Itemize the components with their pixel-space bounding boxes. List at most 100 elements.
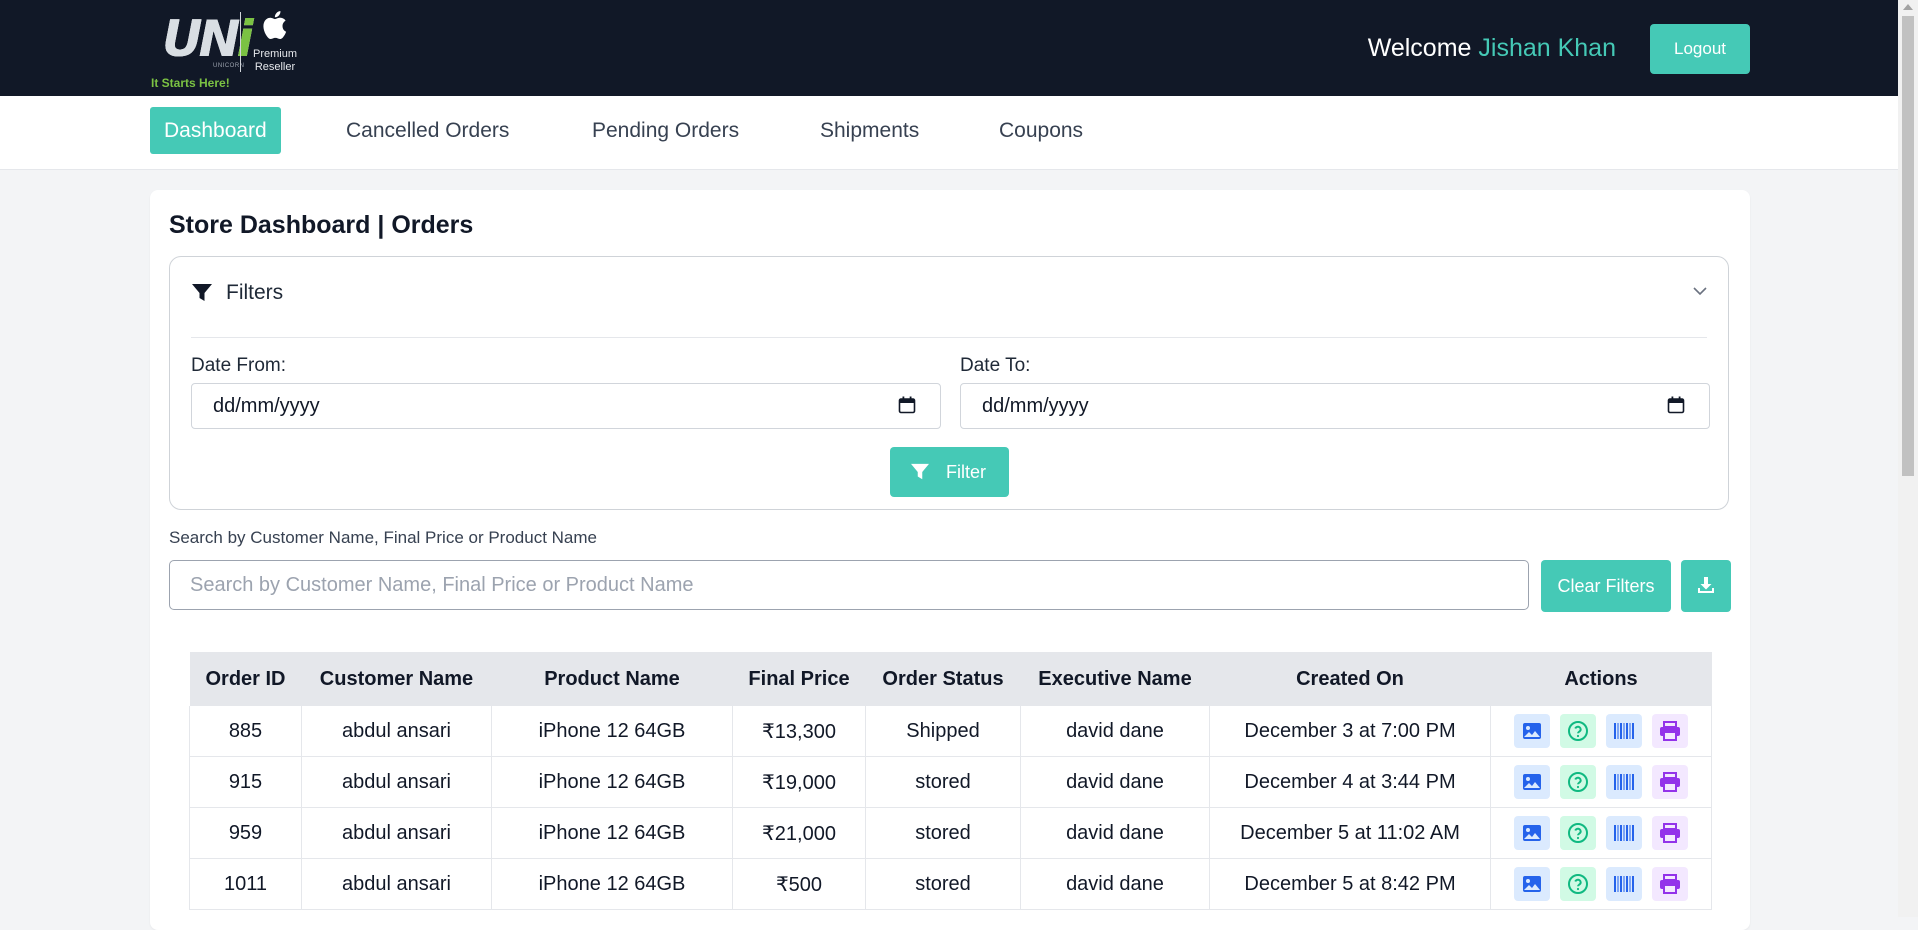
order-status-cell: stored [865,807,1021,859]
main-nav: Dashboard Cancelled Orders Pending Order… [0,96,1898,170]
customer-name-cell: abdul ansari [301,858,492,910]
final-price-cell: ₹500 [732,858,866,910]
final-price-cell: ₹13,300 [732,706,866,757]
download-button[interactable] [1681,560,1731,612]
final-price-cell: ₹19,000 [732,756,866,808]
barcode-icon [1614,876,1634,892]
table-row[interactable]: 915 abdul ansari iPhone 12 64GB ₹19,000 … [189,756,1712,808]
welcome-text: Welcome Jishan Khan [1368,34,1616,63]
help-button[interactable] [1560,816,1596,850]
table-row[interactable]: 885 abdul ansari iPhone 12 64GB ₹13,300 … [189,706,1712,757]
help-button[interactable] [1560,714,1596,748]
col-order-id[interactable]: Order ID [189,652,302,706]
filter-icon [192,284,212,301]
barcode-icon [1614,774,1634,790]
product-name-cell: iPhone 12 64GB [491,706,733,757]
apple-icon [263,11,287,40]
date-from-value: dd/mm/yyyy [213,395,320,417]
filter-button-label: Filter [946,462,986,482]
executive-name-cell: david dane [1020,807,1210,859]
col-executive-name[interactable]: Executive Name [1020,652,1210,706]
executive-name-cell: david dane [1020,756,1210,808]
nav-dashboard[interactable]: Dashboard [150,107,281,154]
clear-filters-button[interactable]: Clear Filters [1541,560,1671,612]
help-button[interactable] [1560,765,1596,799]
col-customer-name[interactable]: Customer Name [301,652,492,706]
product-name-cell: iPhone 12 64GB [491,858,733,910]
customer-name-cell: abdul ansari [301,756,492,808]
filters-panel: Filters Date From: dd/mm/yyyy Date To: d… [169,256,1729,510]
help-circle-icon [1568,823,1588,843]
actions-cell [1490,756,1712,808]
nav-pending-orders[interactable]: Pending Orders [592,107,739,154]
image-icon [1523,723,1541,739]
print-button[interactable] [1652,765,1688,799]
calendar-icon[interactable] [1667,396,1685,414]
nav-cancelled-orders[interactable]: Cancelled Orders [346,107,509,154]
search-input[interactable] [169,560,1529,610]
help-circle-icon [1568,874,1588,894]
chevron-down-icon[interactable] [1692,285,1708,297]
col-final-price[interactable]: Final Price [732,652,866,706]
user-name: Jishan Khan [1478,34,1616,62]
logout-button[interactable]: Logout [1650,24,1750,74]
col-order-status[interactable]: Order Status [865,652,1021,706]
order-id-cell: 915 [189,756,302,808]
customer-name-cell: abdul ansari [301,706,492,757]
page-title: Store Dashboard | Orders [169,211,474,239]
printer-icon [1660,874,1680,894]
table-row[interactable]: 959 abdul ansari iPhone 12 64GB ₹21,000 … [189,807,1712,859]
image-icon [1523,774,1541,790]
print-button[interactable] [1652,867,1688,901]
help-circle-icon [1568,721,1588,741]
scroll-up-arrow-icon[interactable] [1903,4,1913,10]
product-name-cell: iPhone 12 64GB [491,756,733,808]
actions-cell [1490,858,1712,910]
filter-icon [911,463,929,480]
customer-name-cell: abdul ansari [301,807,492,859]
view-image-button[interactable] [1514,714,1550,748]
barcode-button[interactable] [1606,765,1642,799]
logo-tagline: It Starts Here! [151,76,230,90]
table-row[interactable]: 1011 abdul ansari iPhone 12 64GB ₹500 st… [189,858,1712,910]
final-price-cell: ₹21,000 [732,807,866,859]
filters-divider [191,337,1707,338]
logo-divider [240,12,241,72]
search-label: Search by Customer Name, Final Price or … [169,528,597,547]
orders-table: Order ID Customer Name Product Name Fina… [189,652,1712,910]
col-created-on[interactable]: Created On [1209,652,1491,706]
print-button[interactable] [1652,714,1688,748]
order-id-cell: 959 [189,807,302,859]
partner-badge: Premium Reseller [252,48,297,73]
table-header-row: Order ID Customer Name Product Name Fina… [189,652,1712,706]
col-product-name[interactable]: Product Name [491,652,733,706]
date-to-input[interactable]: dd/mm/yyyy [960,383,1710,429]
actions-cell [1490,807,1712,859]
print-button[interactable] [1652,816,1688,850]
page-scrollbar[interactable] [1898,0,1918,917]
image-icon [1523,825,1541,841]
barcode-button[interactable] [1606,816,1642,850]
calendar-icon[interactable] [898,396,916,414]
view-image-button[interactable] [1514,765,1550,799]
date-from-label: Date From: [191,355,287,376]
view-image-button[interactable] [1514,816,1550,850]
nav-coupons[interactable]: Coupons [999,107,1083,154]
nav-shipments[interactable]: Shipments [820,107,919,154]
brand-logo[interactable]: UNi UNICORN It Starts Here! Premium Rese… [150,8,310,92]
order-id-cell: 1011 [189,858,302,910]
barcode-button[interactable] [1606,867,1642,901]
order-id-cell: 885 [189,706,302,757]
date-to-value: dd/mm/yyyy [982,395,1089,417]
orders-card: Store Dashboard | Orders Filters Date Fr… [150,190,1750,930]
scrollbar-thumb[interactable] [1902,16,1914,476]
created-on-cell: December 3 at 7:00 PM [1209,706,1491,757]
barcode-button[interactable] [1606,714,1642,748]
date-from-input[interactable]: dd/mm/yyyy [191,383,941,429]
view-image-button[interactable] [1514,867,1550,901]
help-circle-icon [1568,772,1588,792]
filter-button[interactable]: Filter [890,447,1009,497]
help-button[interactable] [1560,867,1596,901]
barcode-icon [1614,825,1634,841]
created-on-cell: December 5 at 11:02 AM [1209,807,1491,859]
